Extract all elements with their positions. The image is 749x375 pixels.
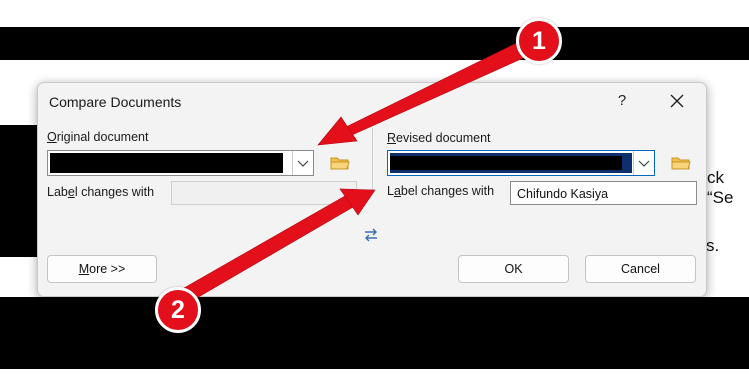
annotation-badge-1: 1 xyxy=(516,18,562,64)
annotation-badge-2: 2 xyxy=(155,287,201,333)
annotation-arrows xyxy=(169,37,542,307)
arrow-1-shaft xyxy=(345,37,542,136)
arrow-2-shaft xyxy=(169,195,354,307)
